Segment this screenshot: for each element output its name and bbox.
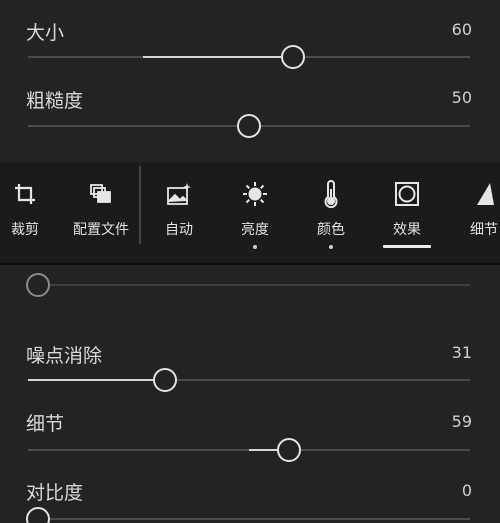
tool-detail[interactable]: 细节: [466, 162, 500, 265]
roughness-label: 粗糙度: [26, 90, 84, 112]
thermometer-icon: [316, 180, 346, 209]
edit-toolbar: 裁剪 配置文件 自动 亮度 颜色 效果 细节: [0, 162, 500, 265]
effects-active-underline: [383, 245, 431, 248]
tool-effects[interactable]: 效果: [383, 162, 431, 265]
tool-auto[interactable]: 自动: [159, 162, 199, 265]
effects-icon: [392, 180, 422, 208]
tool-light[interactable]: 亮度: [235, 162, 275, 265]
detail-bottom-panel: 噪点消除 31 细节 59 对比度 0: [0, 265, 500, 523]
auto-icon: [164, 180, 194, 208]
profiles-icon: [86, 180, 116, 208]
size-slider-row: 大小 60: [0, 14, 500, 84]
crop-icon: [10, 180, 40, 208]
noise-reduction-slider-row: 噪点消除 31: [0, 339, 500, 409]
contrast-label: 对比度: [26, 482, 84, 504]
roughness-slider-row: 粗糙度 50: [0, 84, 500, 154]
size-value: 60: [451, 20, 472, 39]
tool-color-label: 颜色: [317, 222, 345, 238]
noise-reduction-value: 31: [451, 343, 472, 362]
noise-reduction-knob[interactable]: [153, 368, 178, 392]
toolbar-divider: [139, 166, 141, 244]
tool-light-label: 亮度: [241, 222, 269, 238]
contrast-slider-row: 对比度 0: [0, 478, 500, 523]
tool-auto-label: 自动: [165, 222, 193, 238]
size-slider-knob[interactable]: [281, 45, 306, 69]
tool-effects-label: 效果: [393, 222, 421, 238]
sun-icon: [240, 180, 270, 208]
partial-slider[interactable]: [26, 273, 470, 297]
contrast-value: 0: [461, 481, 472, 500]
detail-slider[interactable]: [28, 438, 470, 462]
contrast-slider[interactable]: [26, 507, 470, 523]
size-label: 大小: [26, 22, 65, 44]
size-slider-fill: [142, 56, 294, 58]
color-indicator-dot: [329, 245, 333, 249]
roughness-slider-knob[interactable]: [237, 114, 261, 138]
noise-reduction-slider[interactable]: [28, 368, 470, 392]
tool-crop-label: 裁剪: [11, 222, 39, 238]
partial-slider-knob[interactable]: [26, 273, 50, 297]
triangle-icon: [469, 180, 499, 208]
contrast-slider-knob[interactable]: [26, 507, 50, 523]
roughness-slider[interactable]: [28, 114, 470, 138]
tool-profiles[interactable]: 配置文件: [65, 162, 137, 265]
tool-detail-label: 细节: [470, 222, 498, 238]
tool-profiles-label: 配置文件: [73, 222, 129, 238]
tool-crop[interactable]: 裁剪: [5, 162, 45, 265]
size-slider[interactable]: [28, 45, 470, 69]
light-indicator-dot: [253, 245, 257, 249]
tool-color[interactable]: 颜色: [311, 162, 351, 265]
roughness-value: 50: [451, 88, 472, 107]
detail-label: 细节: [26, 413, 65, 435]
detail-slider-knob[interactable]: [276, 438, 301, 462]
noise-reduction-label: 噪点消除: [26, 345, 103, 367]
detail-slider-row: 细节 59: [0, 409, 500, 479]
effects-top-panel: 大小 60 粗糙度 50: [0, 0, 500, 162]
noise-reduction-fill: [28, 379, 166, 381]
detail-value: 59: [451, 412, 472, 431]
